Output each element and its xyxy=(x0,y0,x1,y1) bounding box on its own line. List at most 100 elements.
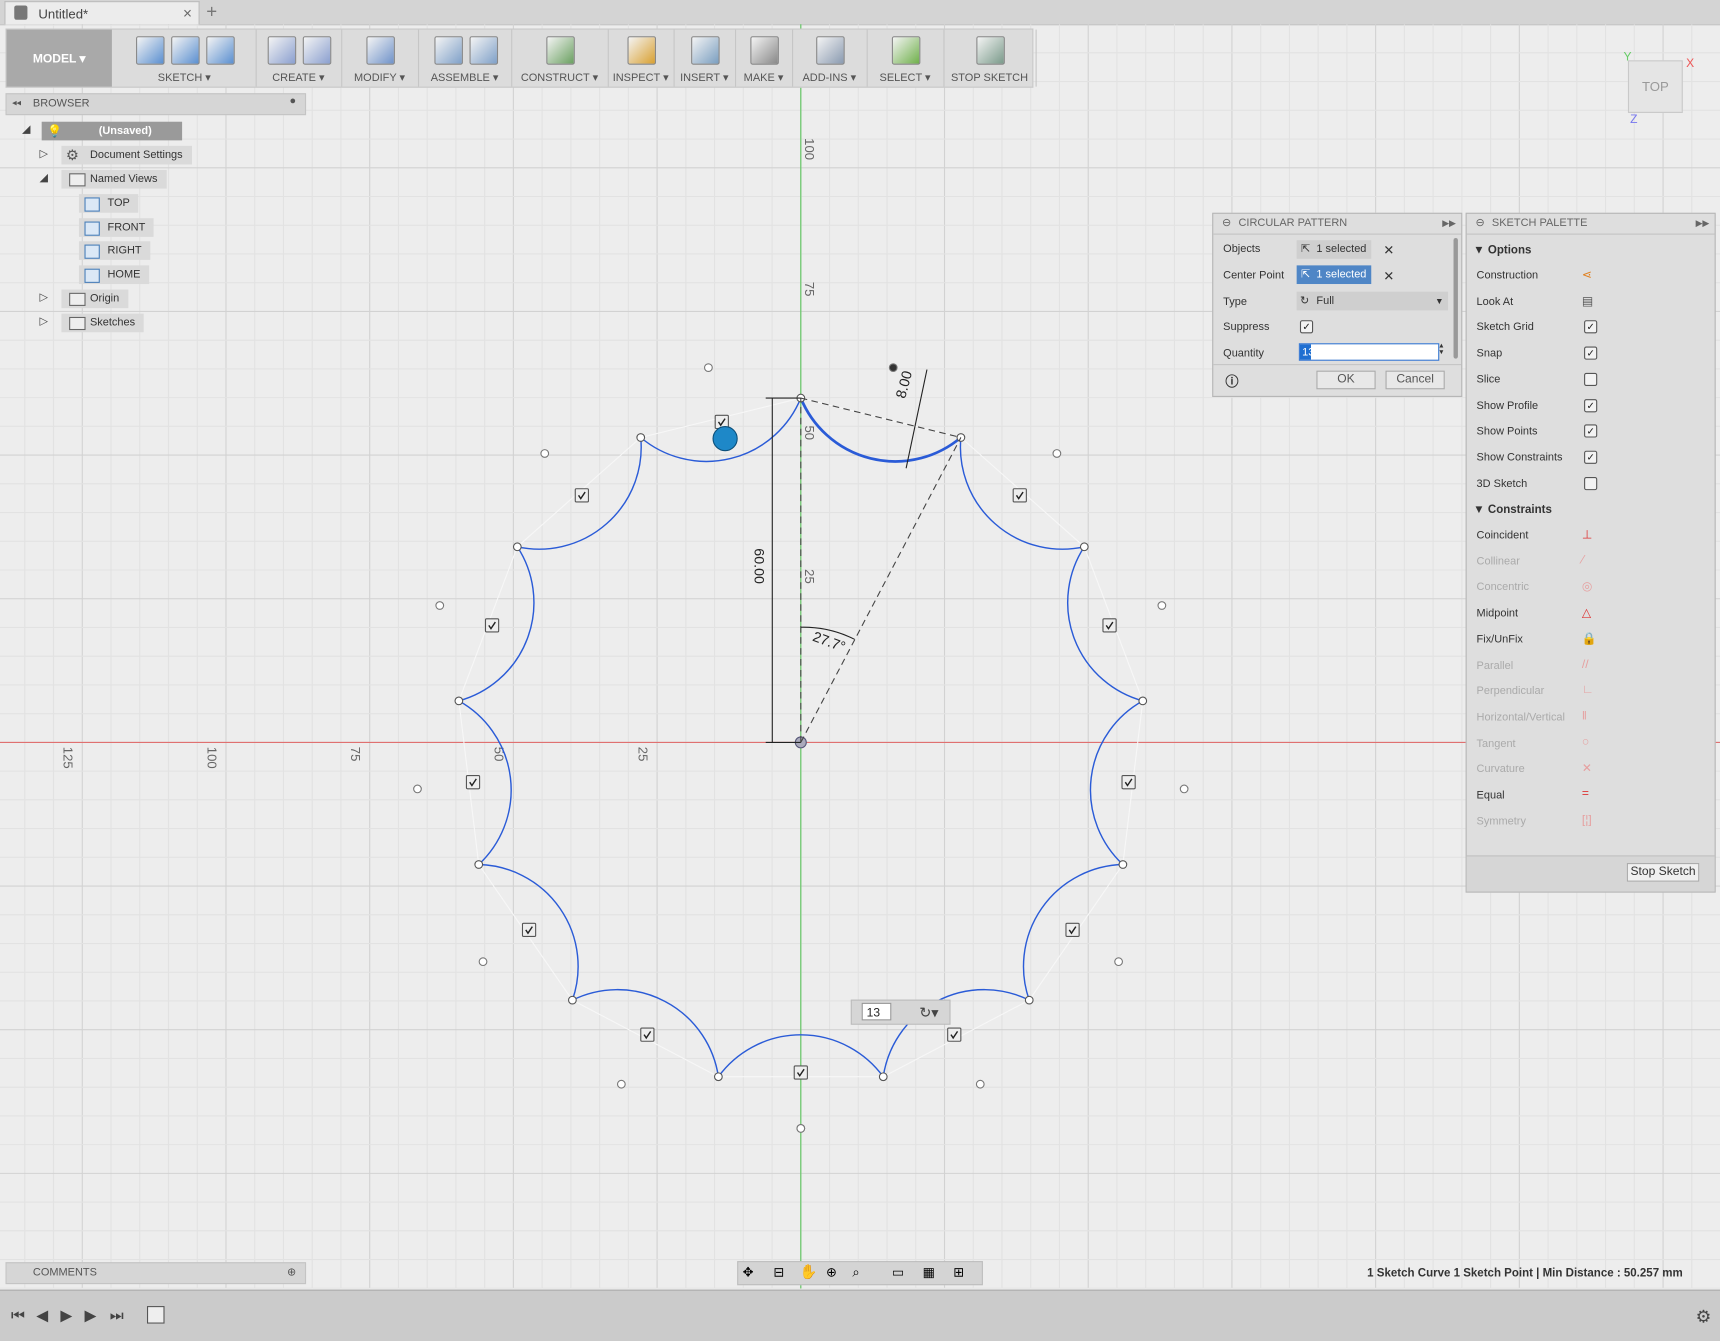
arc-center-point[interactable] xyxy=(704,363,713,372)
close-tab-icon[interactable]: × xyxy=(183,4,192,22)
scrollbar[interactable] xyxy=(1453,237,1458,359)
constraint-parallel[interactable]: Parallel xyxy=(1477,660,1514,672)
constraints-section-header[interactable]: ▼ Constraints xyxy=(1473,503,1552,516)
radius-dimension[interactable]: 8.00 xyxy=(893,369,916,400)
pin-icon[interactable]: ● xyxy=(290,95,297,107)
collapse-icon[interactable]: ◂◂ xyxy=(12,98,21,108)
palette-option-checkbox[interactable] xyxy=(1584,476,1598,490)
toolbar-group-inspect[interactable]: INSPECT ▾ xyxy=(608,29,675,87)
constraint-perpendicular[interactable]: Perpendicular xyxy=(1477,686,1545,698)
arc-center-point[interactable] xyxy=(1114,957,1123,967)
rectangle-icon[interactable] xyxy=(206,36,235,65)
toolbar-group-select[interactable]: SELECT ▾ xyxy=(867,29,945,87)
curvature-icon[interactable]: ✕ xyxy=(1582,761,1592,775)
clear-center-icon[interactable]: ✕ xyxy=(1383,269,1394,284)
joint-icon[interactable] xyxy=(468,36,498,65)
midpoint-manipulator-icon[interactable] xyxy=(712,426,738,452)
arc-center-point[interactable] xyxy=(888,363,898,372)
arc-center-point[interactable] xyxy=(540,449,550,458)
view-cube[interactable]: TOP xyxy=(1627,60,1683,113)
construction-icon[interactable]: ⋖ xyxy=(1582,268,1592,282)
constraint-symmetry[interactable]: Symmetry xyxy=(1477,816,1526,828)
toolbar-group-insert[interactable]: INSERT ▾ xyxy=(674,29,737,87)
toolbar-group-create[interactable]: CREATE ▾ xyxy=(256,29,343,87)
expand-toggle-icon[interactable]: ◢ xyxy=(22,124,30,136)
orbit-icon[interactable]: ✥ xyxy=(743,1264,754,1279)
type-dropdown[interactable]: ↻ Full ▼ xyxy=(1296,291,1449,311)
constraint-glyph-checkbox[interactable] xyxy=(521,922,537,938)
horizontal-vertical-icon[interactable]: ‖ xyxy=(1582,709,1587,722)
workspace-switcher[interactable]: MODEL ▾ xyxy=(6,29,112,87)
select-icon[interactable] xyxy=(891,36,921,65)
collinear-icon[interactable]: ⁄ xyxy=(1582,553,1584,566)
scripts-icon[interactable] xyxy=(816,36,845,65)
center-point-selector[interactable]: ⇱ 1 selected xyxy=(1296,265,1372,285)
constraint-glyph-checkbox[interactable] xyxy=(465,775,481,790)
arc-center-point[interactable] xyxy=(975,1079,985,1089)
info-icon[interactable]: ⓘ xyxy=(1225,372,1238,391)
selected-arc[interactable] xyxy=(799,397,962,463)
expand-icon[interactable]: ▶▶ xyxy=(1696,214,1710,234)
toolbar-group-construct[interactable]: CONSTRUCT ▾ xyxy=(511,29,609,87)
height-dimension[interactable]: 60.00 xyxy=(751,548,767,584)
objects-selector[interactable]: ⇱ 1 selected xyxy=(1296,240,1372,259)
constraint-collinear[interactable]: Collinear xyxy=(1477,556,1520,568)
browser-node[interactable]: 💡 (Unsaved) xyxy=(41,121,183,141)
insert-image-icon[interactable] xyxy=(691,36,720,65)
collapse-icon[interactable]: ⊖ xyxy=(1475,214,1484,234)
constraint-glyph-checkbox[interactable] xyxy=(640,1027,655,1042)
constraint-coincident[interactable]: Coincident xyxy=(1477,530,1529,542)
go-to-start-icon[interactable]: ⏮ xyxy=(11,1306,25,1325)
sketch-timeline-item[interactable] xyxy=(146,1306,165,1324)
angle-dimension[interactable]: 27.7° xyxy=(810,629,847,655)
quantity-stepper[interactable]: ▲ ▼ xyxy=(1438,343,1445,356)
toolbar-group-addins[interactable]: ADD-INS ▾ xyxy=(792,29,868,87)
sketch-point[interactable] xyxy=(713,1072,723,1082)
look-at-icon[interactable]: ▤ xyxy=(1582,294,1593,308)
sketch-point[interactable] xyxy=(454,696,464,706)
palette-option-checkbox[interactable]: ✓ xyxy=(1584,450,1598,464)
step-back-icon[interactable]: ◀ xyxy=(36,1306,48,1325)
palette-option-checkbox[interactable]: ✓ xyxy=(1584,320,1598,334)
lock-icon[interactable]: 🔒 xyxy=(1582,631,1597,646)
constraint-concentric[interactable]: Concentric xyxy=(1477,582,1529,594)
line-icon[interactable] xyxy=(171,36,200,65)
expand-toggle-icon[interactable]: ▷ xyxy=(39,292,47,304)
sketch-point[interactable] xyxy=(878,1072,888,1082)
constraint-midpoint[interactable]: Midpoint xyxy=(1477,608,1518,620)
arc-center-point[interactable] xyxy=(413,784,422,794)
pattern-type-icon[interactable]: ↻▾ xyxy=(919,1006,938,1022)
sketch-point[interactable] xyxy=(1118,860,1128,869)
browser-node[interactable]: RIGHT xyxy=(78,241,151,260)
arc-center-point[interactable] xyxy=(1157,601,1167,610)
sketch-point[interactable] xyxy=(636,433,646,442)
options-section-header[interactable]: ▼ Options xyxy=(1473,243,1531,256)
arc-center-point[interactable] xyxy=(1179,784,1189,794)
constraint-glyph-checkbox[interactable] xyxy=(947,1027,962,1042)
browser-header[interactable]: ◂◂ BROWSER ● xyxy=(5,93,307,116)
tangent-icon[interactable]: ○ xyxy=(1582,735,1589,748)
equal-icon[interactable]: = xyxy=(1582,787,1589,800)
press-pull-icon[interactable] xyxy=(366,36,395,65)
arc-center-point[interactable] xyxy=(616,1079,626,1089)
browser-node[interactable]: Sketches xyxy=(61,313,144,333)
midpoint-icon[interactable]: △ xyxy=(1582,605,1591,620)
create-sketch-icon[interactable] xyxy=(136,36,165,65)
step-forward-icon[interactable]: ▶ xyxy=(84,1306,96,1325)
clear-objects-icon[interactable]: ✕ xyxy=(1383,242,1394,257)
browser-node[interactable]: HOME xyxy=(78,265,150,285)
sketch-point[interactable] xyxy=(1138,696,1148,706)
symmetry-icon[interactable]: [¦] xyxy=(1582,813,1592,826)
coincident-icon[interactable]: ⊥ xyxy=(1582,527,1593,542)
quantity-input[interactable] xyxy=(1298,343,1440,361)
constraint-tangent[interactable]: Tangent xyxy=(1477,738,1516,750)
toolbar-group-modify[interactable]: MODIFY ▾ xyxy=(341,29,420,87)
toolbar-group-sketch[interactable]: SKETCH ▾ xyxy=(113,29,257,87)
perpendicular-icon[interactable]: ∟ xyxy=(1582,683,1594,696)
zoom-icon[interactable]: ⊕ xyxy=(826,1264,837,1279)
comments-panel[interactable]: COMMENTS ⊕ xyxy=(5,1262,307,1285)
parallel-icon[interactable]: // xyxy=(1582,657,1589,670)
fit-icon[interactable]: ⌕ xyxy=(852,1264,859,1280)
sketch-point[interactable] xyxy=(568,995,577,1005)
constraint-fix-unfix[interactable]: Fix/UnFix xyxy=(1477,634,1523,646)
